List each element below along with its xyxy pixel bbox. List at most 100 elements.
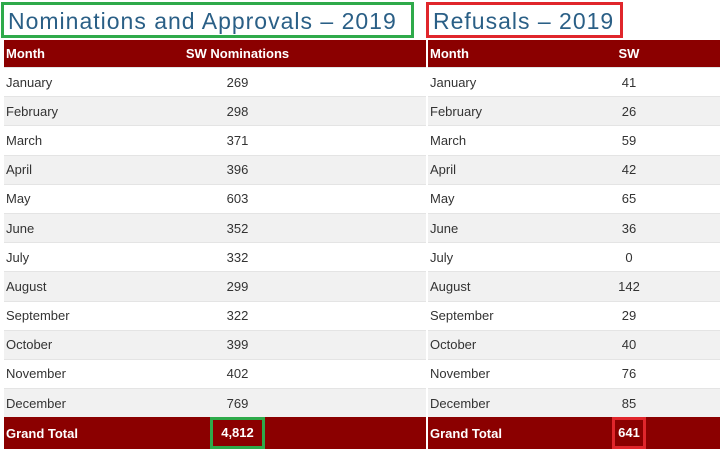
month-cell: April	[4, 154, 159, 185]
table-row: November 76	[428, 358, 720, 389]
value-cell: 603	[159, 183, 316, 214]
spacer-cell	[316, 66, 426, 97]
month-cell: December	[4, 388, 159, 418]
table-row: April 42	[428, 154, 720, 185]
refusals-title: Refusals – 2019	[426, 2, 623, 38]
table-row: December 85	[428, 388, 720, 418]
table-header-row: Month SW	[428, 40, 720, 68]
month-cell: October	[428, 329, 598, 360]
value-cell: 399	[159, 329, 316, 360]
month-cell: February	[428, 96, 598, 126]
grand-total-value: 4,812	[210, 417, 265, 449]
spacer-cell	[660, 125, 720, 156]
month-cell: June	[428, 212, 598, 243]
value-cell: 85	[598, 388, 660, 418]
value-cell: 76	[598, 358, 660, 389]
grand-total-cell: 641	[598, 417, 660, 449]
month-cell: September	[428, 300, 598, 331]
table-row: May 603	[4, 183, 426, 214]
table-row: July 332	[4, 242, 426, 272]
value-cell: 298	[159, 96, 316, 126]
spacer-cell	[316, 154, 426, 185]
grand-total-value: 641	[612, 417, 646, 449]
table-row: March 371	[4, 125, 426, 156]
table-row: June 352	[4, 212, 426, 243]
month-cell: March	[428, 125, 598, 156]
value-cell: 65	[598, 183, 660, 214]
month-cell: May	[428, 183, 598, 214]
value-cell: 29	[598, 300, 660, 331]
table-row: October 399	[4, 329, 426, 360]
spacer-cell	[660, 417, 720, 449]
spacer-cell	[660, 271, 720, 301]
month-cell: June	[4, 212, 159, 243]
month-cell: January	[428, 66, 598, 97]
table-row: November 402	[4, 358, 426, 389]
spacer-cell	[316, 125, 426, 156]
value-cell: 371	[159, 125, 316, 156]
spacer-cell	[316, 242, 426, 272]
month-cell: February	[4, 96, 159, 126]
grand-total-label: Grand Total	[4, 417, 159, 449]
column-header-spacer	[660, 40, 720, 68]
grand-total-cell: 4,812	[159, 417, 316, 449]
table-row: December 769	[4, 388, 426, 418]
spacer-cell	[316, 96, 426, 126]
table-row: March 59	[428, 125, 720, 156]
month-cell: May	[4, 183, 159, 214]
spacer-cell	[316, 212, 426, 243]
spacer-cell	[660, 358, 720, 389]
table-row: January 269	[4, 66, 426, 97]
month-cell: July	[4, 242, 159, 272]
spacer-cell	[660, 183, 720, 214]
value-cell: 769	[159, 388, 316, 418]
value-cell: 299	[159, 271, 316, 301]
value-cell: 26	[598, 96, 660, 126]
spacer-cell	[660, 96, 720, 126]
table-row: August 299	[4, 271, 426, 301]
table-row: June 36	[428, 212, 720, 243]
value-cell: 41	[598, 66, 660, 97]
grand-total-row: Grand Total 641	[428, 417, 720, 449]
table-row: September 322	[4, 300, 426, 331]
table-row: January 41	[428, 66, 720, 97]
column-header-sw: SW	[598, 40, 660, 68]
value-cell: 0	[598, 242, 660, 272]
value-cell: 142	[598, 271, 660, 301]
table-row: October 40	[428, 329, 720, 360]
spacer-cell	[660, 66, 720, 97]
spacer-cell	[316, 417, 426, 449]
table-row: February 298	[4, 96, 426, 126]
table-row: August 142	[428, 271, 720, 301]
spacer-cell	[316, 329, 426, 360]
spacer-cell	[660, 329, 720, 360]
spacer-cell	[660, 154, 720, 185]
table-row: February 26	[428, 96, 720, 126]
table-row: April 396	[4, 154, 426, 185]
spacer-cell	[660, 212, 720, 243]
spacer-cell	[316, 271, 426, 301]
month-cell: December	[428, 388, 598, 418]
month-cell: November	[4, 358, 159, 389]
value-cell: 402	[159, 358, 316, 389]
value-cell: 59	[598, 125, 660, 156]
column-header-month: Month	[428, 40, 598, 68]
refusals-table: Month SW January 41 February 26 March 59 April…	[428, 40, 720, 449]
grand-total-label: Grand Total	[428, 417, 598, 449]
value-cell: 40	[598, 329, 660, 360]
month-cell: October	[4, 329, 159, 360]
table-row: September 29	[428, 300, 720, 331]
nominations-table: Month SW Nominations January 269 February 2…	[4, 40, 426, 449]
spacer-cell	[660, 300, 720, 331]
column-header-month: Month	[4, 40, 159, 68]
spacer-cell	[660, 388, 720, 418]
table-row: July 0	[428, 242, 720, 272]
spacer-cell	[316, 183, 426, 214]
value-cell: 396	[159, 154, 316, 185]
value-cell: 42	[598, 154, 660, 185]
spacer-cell	[316, 388, 426, 418]
value-cell: 322	[159, 300, 316, 331]
value-cell: 269	[159, 66, 316, 97]
month-cell: July	[428, 242, 598, 272]
spacer-cell	[316, 358, 426, 389]
